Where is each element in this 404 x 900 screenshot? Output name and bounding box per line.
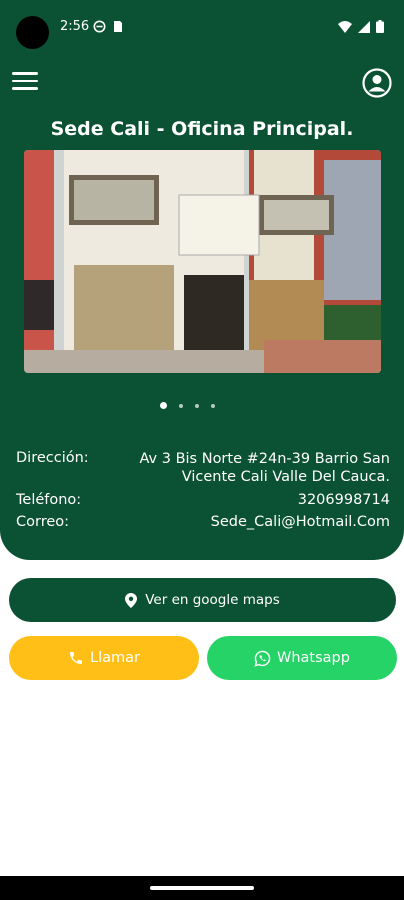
address-value: Av 3 Bis Norte #24n-39 Barrio San Vicent… xyxy=(139,451,390,485)
google-maps-button[interactable]: Ver en google maps xyxy=(9,578,396,622)
phone-row: Teléfono: 3206998714 xyxy=(16,492,390,508)
call-button[interactable]: Llamar xyxy=(9,636,199,680)
carousel-dot-3[interactable] xyxy=(195,403,199,408)
vpn-icon xyxy=(93,20,106,33)
email-label: Correo: xyxy=(16,514,70,530)
camera-cutout xyxy=(16,16,49,49)
wifi-icon xyxy=(338,20,352,33)
address-label: Dirección: xyxy=(16,450,89,466)
account-icon[interactable] xyxy=(362,68,392,98)
whatsapp-label: Whatsapp xyxy=(277,650,350,666)
carousel-dot-4[interactable] xyxy=(211,403,215,408)
address-row: Dirección: Av 3 Bis Norte #24n-39 Barrio… xyxy=(16,450,390,486)
whatsapp-icon xyxy=(254,650,271,667)
carousel-dot-2[interactable] xyxy=(179,403,183,408)
sim-card-icon xyxy=(114,21,122,32)
phone-label: Teléfono: xyxy=(16,492,82,508)
office-info: Dirección: Av 3 Bis Norte #24n-39 Barrio… xyxy=(16,450,390,536)
signal-icon xyxy=(358,20,370,33)
menu-icon xyxy=(12,72,38,75)
battery-icon xyxy=(376,20,384,33)
map-pin-icon xyxy=(125,592,138,608)
email-row: Correo: Sede_Cali@Hotmail.Com xyxy=(16,514,390,530)
phone-value: 3206998714 xyxy=(297,492,390,508)
whatsapp-button[interactable]: Whatsapp xyxy=(207,636,397,680)
home-gesture-handle[interactable] xyxy=(150,886,254,890)
status-time: 2:56 xyxy=(60,19,90,34)
phone-icon xyxy=(70,652,83,664)
office-building-image xyxy=(24,150,381,373)
call-label: Llamar xyxy=(90,650,140,666)
email-value: Sede_Cali@Hotmail.Com xyxy=(210,514,390,530)
status-bar: 2:56 xyxy=(0,0,404,54)
page-title: Sede Cali - Oficina Principal. xyxy=(50,118,354,140)
carousel-indicator xyxy=(160,402,215,409)
google-maps-label: Ver en google maps xyxy=(145,592,280,608)
system-navigation-bar xyxy=(0,876,404,900)
carousel-dot-1[interactable] xyxy=(160,402,167,409)
office-photo-carousel[interactable] xyxy=(24,150,381,373)
menu-button[interactable] xyxy=(12,72,38,94)
